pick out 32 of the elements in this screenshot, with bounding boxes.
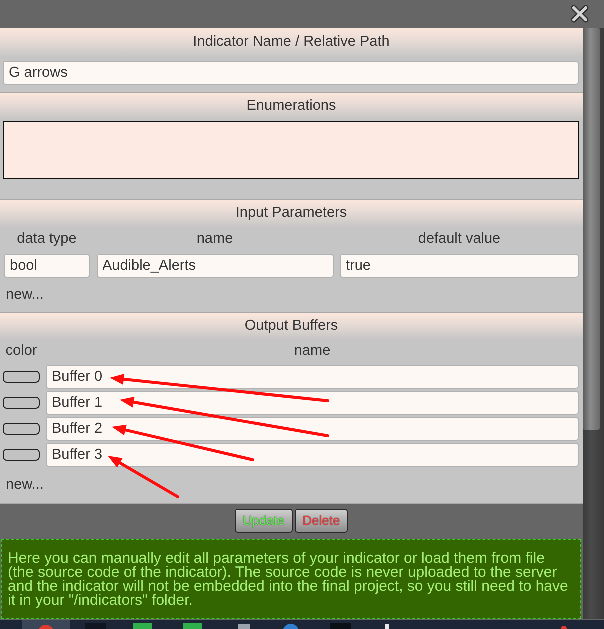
taskbar-icon[interactable] (38, 625, 54, 629)
color-swatch[interactable] (3, 449, 40, 461)
buffer-name-field[interactable]: Buffer 0 (46, 365, 579, 389)
buffer-name-field[interactable]: Buffer 2 (46, 417, 579, 441)
buffer-name-field[interactable]: Buffer 1 (46, 391, 579, 415)
section-header: Output Buffers (0, 313, 583, 340)
section-header: Enumerations (0, 93, 583, 120)
data-type-field[interactable]: bool (4, 254, 90, 278)
parameter-name-field[interactable]: Audible_Alerts (96, 254, 334, 278)
section-header: Input Parameters (0, 200, 583, 228)
taskbar-icon[interactable] (22, 620, 70, 629)
column-header: default value (417, 230, 502, 249)
indicator-name-field[interactable]: G arrows (3, 61, 579, 85)
scrollbar-thumb[interactable] (583, 28, 600, 430)
column-header: name (196, 230, 234, 249)
scrollbar-track[interactable] (583, 28, 604, 619)
default-value-field[interactable]: true (340, 254, 579, 278)
column-header: data type (16, 230, 78, 249)
color-swatch[interactable] (3, 423, 40, 435)
buffer-name-field[interactable]: Buffer 3 (46, 443, 579, 467)
taskbar-icon[interactable] (561, 626, 567, 629)
enumerations-field[interactable] (3, 121, 579, 179)
color-swatch[interactable] (3, 397, 40, 409)
column-header: color (4, 342, 38, 361)
section-header: Indicator Name / Relative Path (0, 28, 583, 58)
new-link[interactable]: new... (6, 476, 44, 494)
help-text: Here you can manually edit all parameters of your indicator or load them from file (the source code of the indicator). The source code is never uploaded to the server and the indicator will not be embedded into the final project, so you still need to have it in your "/indicators" folder. (8, 552, 570, 608)
color-swatch[interactable] (3, 371, 40, 383)
new-link[interactable]: new... (6, 286, 44, 304)
taskbar-icon[interactable] (283, 624, 299, 629)
column-header: name (293, 342, 332, 361)
close-icon[interactable] (571, 5, 589, 23)
